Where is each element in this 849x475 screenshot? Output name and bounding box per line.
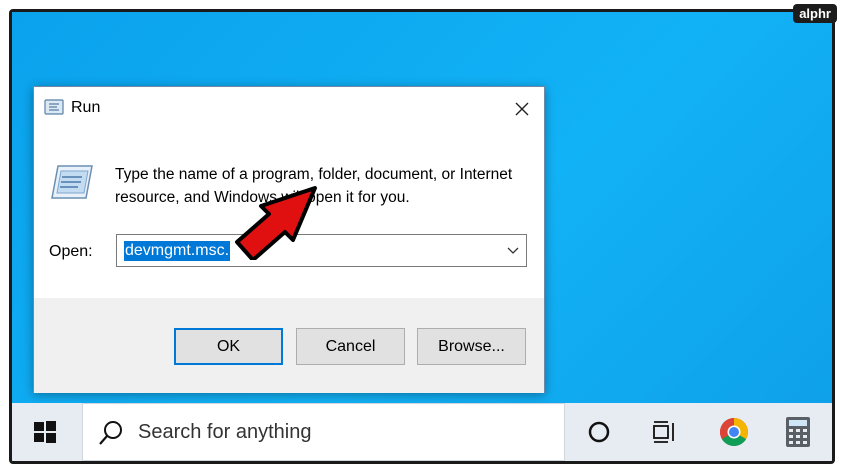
calculator-button[interactable] [782, 416, 814, 448]
task-view-button[interactable] [649, 416, 681, 448]
open-input-value[interactable]: devmgmt.msc. [124, 241, 231, 261]
dialog-title: Run [71, 99, 101, 116]
search-placeholder: Search for anything [138, 421, 312, 443]
chrome-button[interactable] [718, 416, 750, 448]
red-arrow-annotation [235, 186, 317, 260]
cortana-icon [588, 421, 610, 443]
alphr-watermark: alphr [793, 4, 837, 23]
chevron-down-icon[interactable] [506, 243, 520, 257]
search-icon [99, 421, 122, 445]
title-bar[interactable]: Run [34, 87, 544, 129]
start-button[interactable] [26, 417, 64, 447]
cancel-button[interactable]: Cancel [296, 328, 405, 365]
run-program-icon [51, 165, 93, 199]
cortana-button[interactable] [583, 416, 615, 448]
task-view-icon [653, 421, 674, 443]
run-icon [44, 99, 64, 115]
close-button[interactable] [506, 93, 538, 125]
open-label: Open: [49, 243, 93, 260]
windows-start-icon [34, 421, 56, 443]
taskbar-search-box[interactable]: Search for anything [82, 403, 565, 461]
browse-button[interactable]: Browse... [417, 328, 526, 365]
ok-button[interactable]: OK [174, 328, 283, 365]
taskbar: Search for anything [12, 403, 832, 461]
chrome-icon [720, 418, 748, 446]
calculator-icon [786, 417, 810, 447]
dialog-button-area: OK Cancel Browse... [34, 298, 544, 393]
screenshot-frame: Run Type the name of a program, folder, … [9, 9, 835, 464]
close-icon [515, 102, 529, 116]
